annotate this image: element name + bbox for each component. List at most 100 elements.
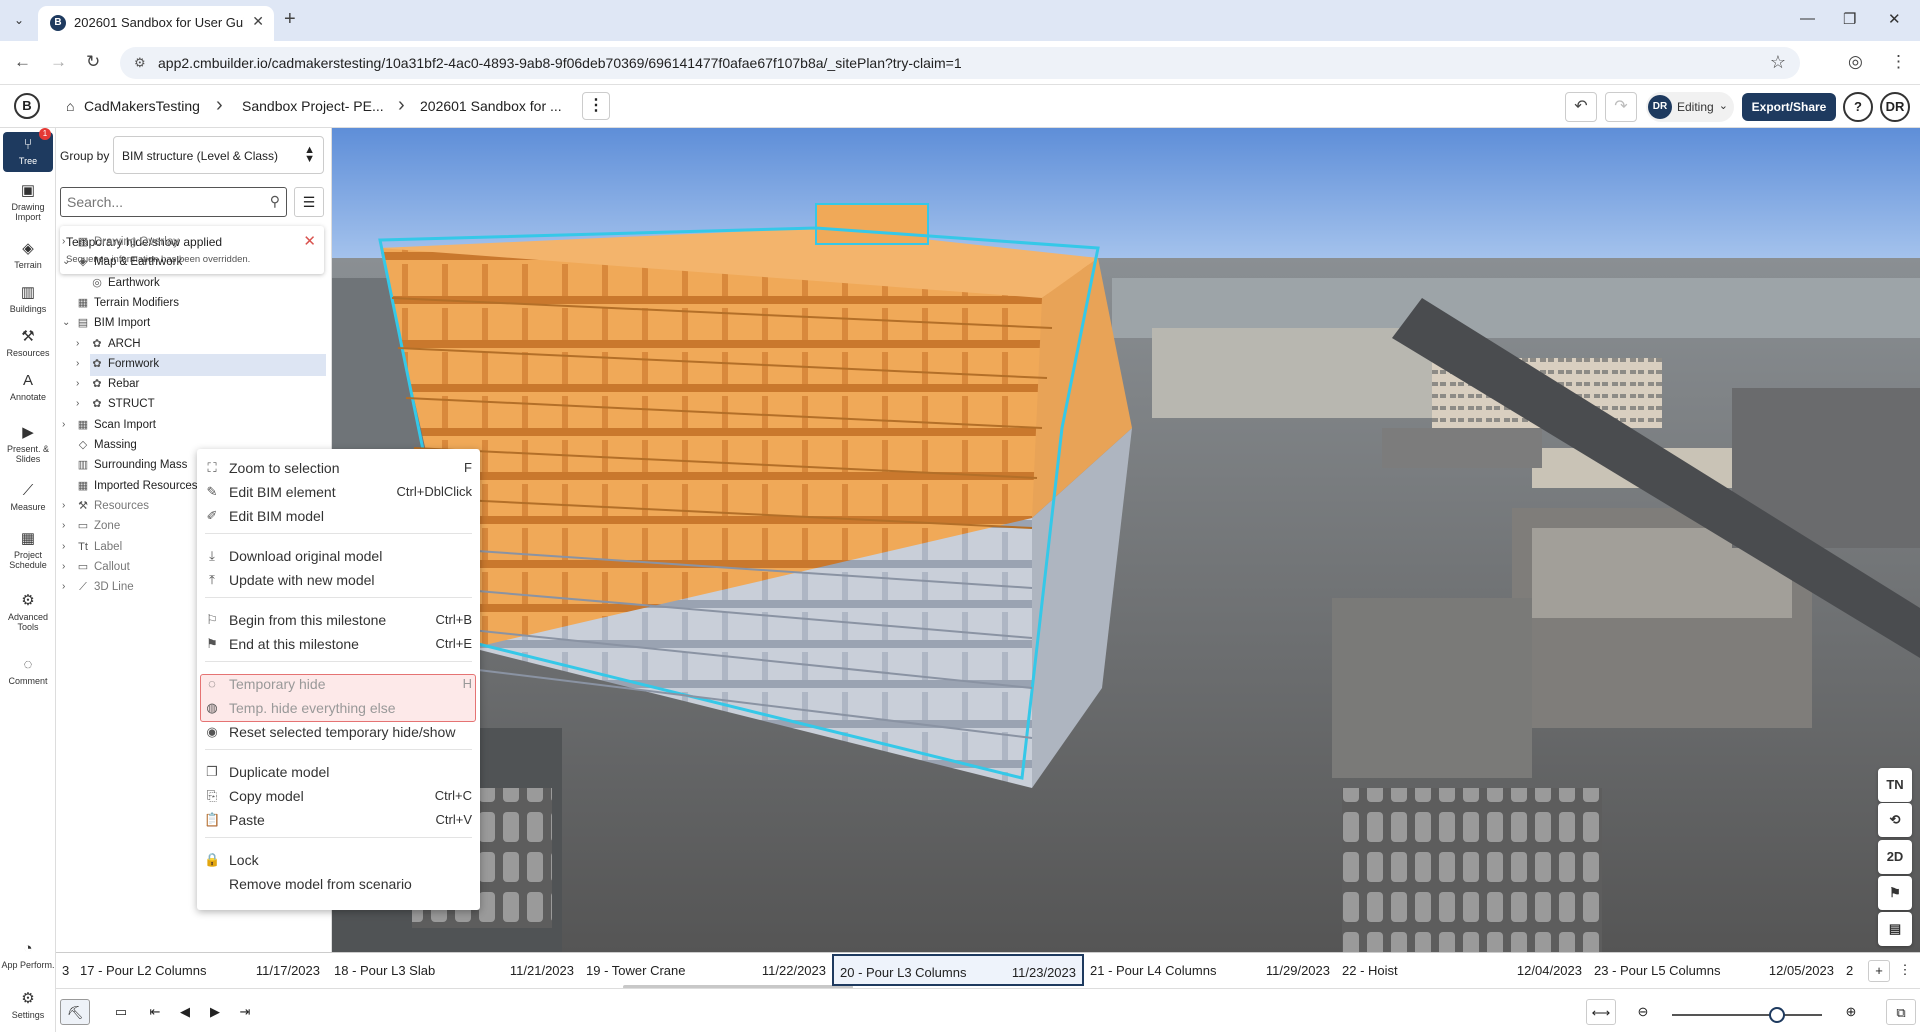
expand-panel-icon[interactable]: ⧉ — [1886, 999, 1916, 1025]
rail-project-schedule[interactable]: ▦ Project Schedule — [0, 530, 56, 570]
search-input[interactable] — [67, 194, 252, 210]
tree-item[interactable]: › ✿ Formwork — [76, 353, 326, 376]
menu-item-paste[interactable]: 📋 Paste Ctrl+V — [197, 809, 480, 831]
expand-toggle-icon[interactable]: › — [76, 338, 79, 349]
rail-app-performance[interactable]: ◔ App Perform. — [0, 940, 56, 970]
pin-tool-button[interactable]: ⚑ — [1878, 876, 1912, 910]
expand-toggle-icon[interactable]: › — [62, 520, 65, 531]
tree-item[interactable]: › ✿ STRUCT — [56, 394, 326, 416]
user-avatar[interactable]: DR — [1880, 92, 1910, 122]
step-forward-icon[interactable]: ▶ — [200, 999, 230, 1025]
expand-toggle-icon[interactable]: › — [62, 541, 65, 552]
timeline-milestone[interactable]: 2 — [1840, 954, 1862, 986]
redo-button[interactable]: ↷ — [1605, 92, 1637, 122]
new-tab-icon[interactable]: + — [284, 8, 296, 31]
menu-item-lock[interactable]: 🔒 Lock — [197, 849, 480, 871]
menu-item-copy-model[interactable]: ⎘ Copy model Ctrl+C — [197, 785, 480, 807]
fit-timeline-icon[interactable]: ⟷ — [1586, 999, 1616, 1025]
rail-measure[interactable]: ⟋ Measure — [0, 482, 56, 512]
orbit-reset-button[interactable]: ⟲ — [1878, 803, 1912, 837]
menu-item-temporary-hide[interactable]: ◌ Temporary hide H — [197, 673, 480, 695]
3d-viewport[interactable] — [332, 128, 1920, 952]
tree-item[interactable]: ⌄ ◈ Map & Earthwork — [56, 252, 326, 274]
home-icon[interactable]: ⌂ — [66, 98, 74, 114]
rail-tree[interactable]: ⑂ Tree 1 — [3, 128, 53, 172]
browser-tab[interactable]: B 202601 Sandbox for User Guide ✕ — [38, 6, 274, 41]
expand-toggle-icon[interactable]: › — [62, 561, 65, 572]
zoom-slider-handle[interactable] — [1769, 1007, 1785, 1023]
menu-item-download-original-model[interactable]: ⤓ Download original model — [197, 545, 480, 567]
browser-menu-icon[interactable]: ⋮ — [1890, 52, 1907, 72]
tree-item[interactable]: › ✿ ARCH — [56, 334, 326, 356]
menu-item-update-with-new-model[interactable]: ⤒ Update with new model — [197, 569, 480, 591]
expand-toggle-icon[interactable]: › — [76, 358, 79, 369]
skip-to-end-icon[interactable]: ⇥ — [230, 999, 260, 1025]
zoom-slider-track[interactable] — [1672, 1014, 1822, 1016]
expand-toggle-icon[interactable]: ⌄ — [62, 256, 70, 267]
skip-to-start-icon[interactable]: ⇤ — [140, 999, 170, 1025]
timeline-milestone[interactable]: 20 - Pour L3 Columns 11/23/2023 — [832, 954, 1084, 986]
step-back-icon[interactable]: ◀ — [170, 999, 200, 1025]
filter-list-button[interactable]: ☰ — [294, 187, 324, 217]
timeline-milestone[interactable]: 22 - Hoist 12/04/2023 — [1336, 954, 1588, 986]
2d-view-button[interactable]: 2D — [1878, 840, 1912, 874]
tree-item[interactable]: ▦ Terrain Modifiers — [56, 293, 326, 315]
app-logo[interactable]: B — [14, 93, 40, 119]
tree-item[interactable]: › ✿ Rebar — [56, 374, 326, 396]
search-icon[interactable]: ⚲ — [270, 193, 280, 210]
tab-close-icon[interactable]: ✕ — [252, 13, 264, 30]
timeline-milestone[interactable]: 18 - Pour L3 Slab 11/21/2023 — [328, 954, 580, 986]
rail-drawing-import[interactable]: ▣ Drawing Import — [0, 182, 56, 222]
expand-toggle-icon[interactable]: ⌄ — [62, 317, 70, 328]
expand-toggle-icon[interactable]: › — [76, 378, 79, 389]
more-options-button[interactable]: ⋮ — [582, 92, 610, 120]
back-icon[interactable]: ← — [14, 52, 31, 72]
rail-terrain[interactable]: ◈ Terrain — [0, 240, 56, 270]
timeline-milestone[interactable]: 3 — [56, 954, 74, 986]
undo-button[interactable]: ↶ — [1565, 92, 1597, 122]
menu-item-edit-bim-model[interactable]: ✐ Edit BIM model — [197, 505, 480, 527]
minimize-icon[interactable]: — — [1800, 10, 1815, 27]
tab-search-icon[interactable]: ⌄ — [8, 9, 30, 31]
timeline-milestone[interactable]: 21 - Pour L4 Columns 11/29/2023 — [1084, 954, 1336, 986]
add-milestone-button[interactable]: + — [1868, 960, 1890, 982]
tree-item[interactable]: › ▧ Drawing Overlay — [56, 232, 326, 254]
rail-comment[interactable]: ◌ Comment — [0, 656, 56, 686]
menu-item-zoom-to-selection[interactable]: ⛶ Zoom to selection F — [197, 457, 480, 479]
tree-search[interactable]: ⚲ — [60, 187, 287, 217]
north-compass-button[interactable]: TN — [1878, 768, 1912, 802]
group-by-select[interactable]: BIM structure (Level & Class) ▲ ▼ — [113, 136, 324, 174]
menu-item-reset-selected-temporary-hide-show[interactable]: ◉ Reset selected temporary hide/show — [197, 721, 480, 743]
profile-icon[interactable]: ◎ — [1848, 52, 1863, 72]
close-window-icon[interactable]: ✕ — [1888, 10, 1901, 28]
expand-toggle-icon[interactable]: › — [62, 500, 65, 511]
tree-item[interactable]: › ▦ Scan Import — [56, 415, 326, 437]
menu-item-begin-from-this-milestone[interactable]: ⚐ Begin from this milestone Ctrl+B — [197, 609, 480, 631]
menu-item-duplicate-model[interactable]: ❐ Duplicate model — [197, 761, 480, 783]
expand-toggle-icon[interactable]: › — [62, 236, 65, 247]
zoom-in-icon[interactable]: ⊕ — [1836, 999, 1866, 1025]
menu-item-edit-bim-element[interactable]: ✎ Edit BIM element Ctrl+DblClick — [197, 481, 480, 503]
menu-item-temp-hide-everything-else[interactable]: ◍ Temp. hide everything else — [197, 697, 480, 719]
reload-icon[interactable]: ↻ — [86, 52, 100, 72]
menu-item-end-at-this-milestone[interactable]: ⚑ End at this milestone Ctrl+E — [197, 633, 480, 655]
tree-item[interactable]: ⌄ ▤ BIM Import — [56, 313, 326, 335]
bookmark-star-icon[interactable]: ☆ — [1770, 52, 1786, 73]
restore-icon[interactable]: ❐ — [1843, 10, 1856, 28]
timeline-milestone[interactable]: 19 - Tower Crane 11/22/2023 — [580, 954, 832, 986]
breadcrumb-scenario[interactable]: 202601 Sandbox for ... — [420, 98, 562, 114]
forward-icon[interactable]: → — [50, 52, 67, 72]
menu-item-remove-model-from-scenario[interactable]: Remove model from scenario — [197, 873, 480, 895]
expand-toggle-icon[interactable]: › — [62, 581, 65, 592]
rail-present-slides[interactable]: ▶ Present. & Slides — [0, 424, 56, 464]
timeline-milestone[interactable]: 17 - Pour L2 Columns 11/17/2023 — [74, 954, 326, 986]
site-info-icon[interactable]: ⚙ — [134, 55, 146, 71]
timeline-menu-icon[interactable]: ⋮ — [1894, 960, 1916, 982]
breadcrumb-project[interactable]: Sandbox Project- PE... — [242, 98, 384, 114]
rail-settings[interactable]: ⚙ Settings — [0, 990, 56, 1020]
expand-toggle-icon[interactable]: › — [62, 419, 65, 430]
export-share-button[interactable]: Export/Share — [1742, 93, 1836, 121]
timeline-milestone[interactable]: 23 - Pour L5 Columns 12/05/2023 — [1588, 954, 1840, 986]
url-field[interactable]: ⚙ app2.cmbuilder.io/cadmakerstesting/10a… — [120, 47, 1800, 79]
breadcrumb-workspace[interactable]: CadMakersTesting — [84, 98, 200, 114]
